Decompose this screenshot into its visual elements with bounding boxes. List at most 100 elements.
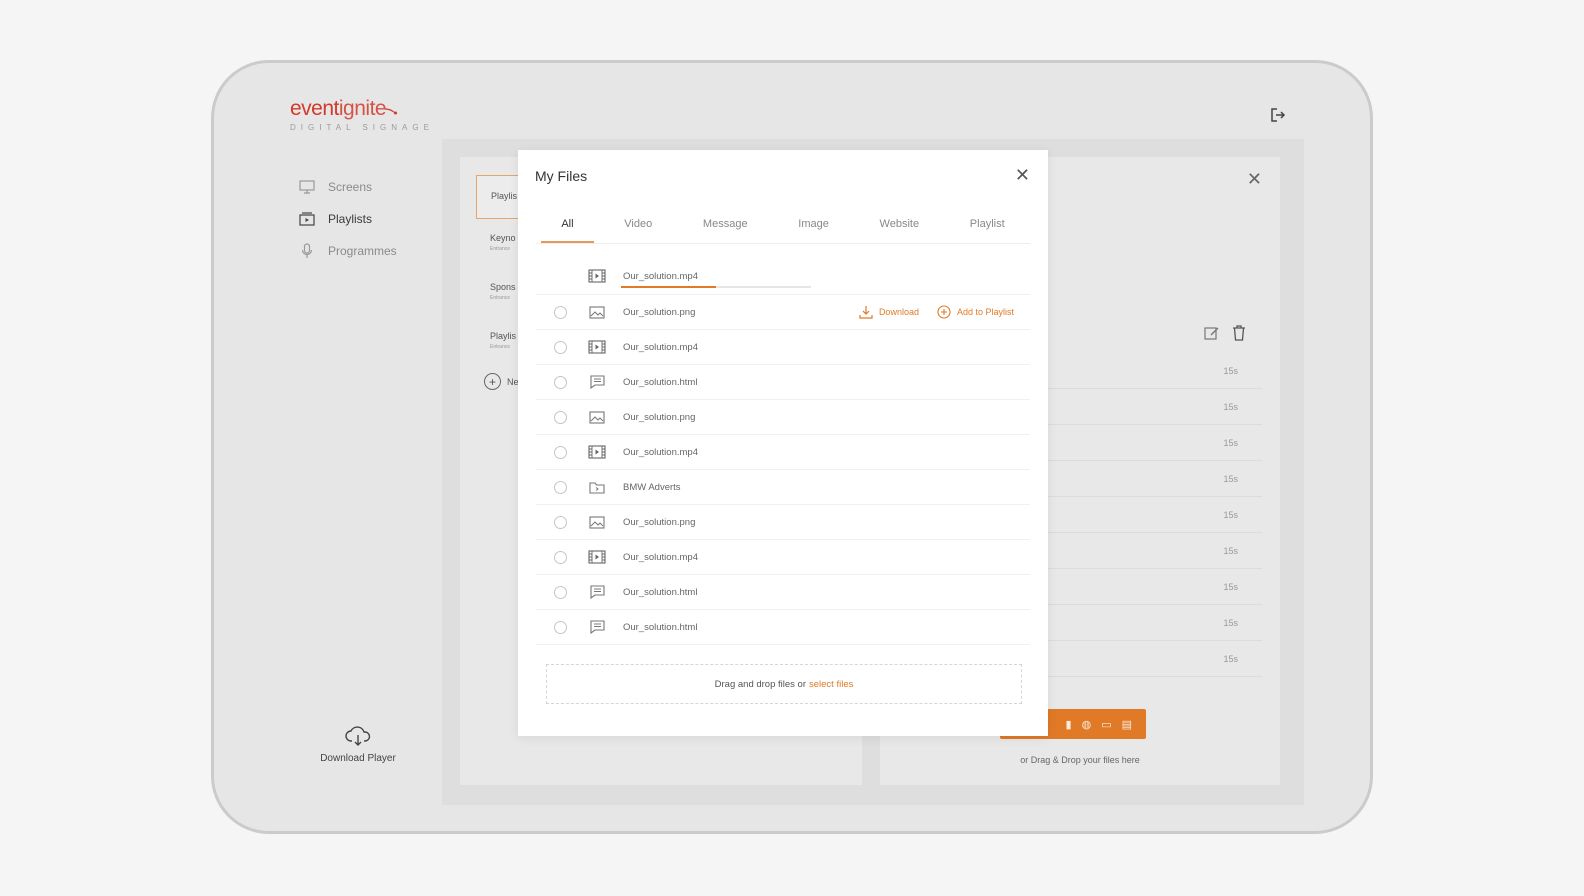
sidebar-item-label: Programmes: [328, 244, 397, 258]
file-name: Our_solution.mp4: [623, 446, 698, 458]
brand-logo: eventignite DIGITAL SIGNAGE: [290, 97, 434, 132]
file-name: Our_solution.mp4: [623, 341, 698, 353]
message-file-icon: [588, 375, 606, 389]
playlist-item-label: Playlis: [491, 191, 518, 201]
tab-website[interactable]: Website: [874, 206, 926, 242]
file-name: Our_solution.mp4: [623, 270, 698, 282]
file-row[interactable]: Our_solution.html: [536, 365, 1030, 400]
tab-playlist[interactable]: Playlist: [964, 206, 1011, 242]
file-row[interactable]: Our_solution.html: [536, 575, 1030, 610]
drag-drop-hint: or Drag & Drop your files here: [1020, 755, 1140, 765]
file-row[interactable]: BMW Adverts: [536, 470, 1030, 505]
file-name: Our_solution.png: [623, 306, 696, 318]
file-row[interactable]: Our_solution.mp4: [536, 330, 1030, 365]
upload-progress-bar: [621, 286, 811, 288]
duration-label: 15s: [1223, 365, 1238, 376]
playlist-item-label: Keyno: [490, 233, 516, 243]
file-row[interactable]: Our_solution.mp4: [536, 435, 1030, 470]
download-button[interactable]: Download: [859, 305, 919, 319]
message-file-icon: [588, 585, 606, 599]
video-file-icon: [588, 550, 606, 564]
select-files-link[interactable]: select files: [809, 679, 853, 690]
new-playlist-button[interactable]: + Ne: [484, 373, 519, 390]
file-row[interactable]: Our_solution.png: [536, 505, 1030, 540]
cloud-download-icon: [345, 726, 371, 746]
select-radio[interactable]: [554, 305, 567, 319]
select-radio[interactable]: [554, 550, 567, 564]
playlist-icon: [298, 211, 316, 227]
sidebar-item-programmes[interactable]: Programmes: [298, 235, 458, 267]
sidebar-item-screens[interactable]: Screens: [298, 171, 458, 203]
image-file-icon: [588, 305, 606, 319]
brand-name-light: ignite: [338, 97, 387, 120]
download-label: Download: [878, 307, 919, 317]
file-list: Our_solution.mp4 Our_solution.png Downloa…: [536, 258, 1030, 645]
plus-icon: +: [484, 373, 501, 390]
file-type-tabs: All Video Message Image Website Playlist: [536, 204, 1030, 244]
download-player-button[interactable]: Download Player: [308, 725, 408, 764]
close-icon[interactable]: ✕: [1247, 169, 1262, 190]
duration-label: 15s: [1223, 581, 1238, 592]
image-icon[interactable]: ▭: [1101, 718, 1111, 731]
file-dropzone[interactable]: Drag and drop files or select files: [546, 664, 1022, 704]
video-icon[interactable]: ▮: [1066, 718, 1072, 731]
modal-title: My Files: [535, 168, 588, 184]
select-radio[interactable]: [554, 480, 567, 494]
add-to-playlist-label: Add to Playlist: [956, 307, 1014, 317]
playlist-item-label: Playlis: [490, 331, 517, 341]
video-file-icon: [588, 445, 606, 459]
image-file-icon: [588, 410, 606, 424]
plus-circle-icon: [937, 305, 951, 319]
video-file-icon: [588, 269, 606, 283]
brand-tagline: DIGITAL SIGNAGE: [290, 123, 434, 132]
select-radio[interactable]: [554, 445, 567, 459]
select-radio[interactable]: [554, 515, 567, 529]
file-name: Our_solution.html: [623, 376, 698, 388]
file-row[interactable]: Our_solution.png: [536, 400, 1030, 435]
add-to-playlist-button[interactable]: Add to Playlist: [937, 305, 1014, 319]
file-name: Our_solution.html: [623, 621, 698, 633]
file-row[interactable]: Our_solution.mp4: [536, 540, 1030, 575]
upload-progress-fill: [621, 286, 716, 288]
uploading-file-row: Our_solution.mp4: [536, 258, 1030, 295]
file-row[interactable]: Our_solution.png Download Add to Playlist: [536, 295, 1030, 330]
brand-name-bold: event: [290, 97, 339, 120]
microphone-icon: [298, 243, 316, 259]
message-file-icon: [588, 620, 606, 634]
trash-icon[interactable]: [1232, 325, 1246, 346]
sidebar: Screens Playlists Programmes: [298, 171, 458, 267]
monitor-icon: [298, 179, 316, 195]
folder-file-icon: [588, 480, 606, 494]
my-files-modal: My Files ✕ All Video Message Image Websi…: [518, 150, 1048, 736]
select-radio[interactable]: [554, 410, 567, 424]
globe-icon[interactable]: ◍: [1082, 718, 1092, 731]
edit-icon[interactable]: [1204, 325, 1220, 346]
video-file-icon: [588, 340, 606, 354]
select-radio[interactable]: [554, 620, 567, 634]
logout-icon[interactable]: [1270, 107, 1286, 123]
file-name: Our_solution.html: [623, 586, 698, 598]
tab-all[interactable]: All: [541, 206, 594, 243]
file-name: Our_solution.png: [623, 516, 696, 528]
select-radio[interactable]: [554, 585, 567, 599]
message-icon[interactable]: ▤: [1122, 718, 1132, 731]
sidebar-item-label: Screens: [328, 180, 373, 194]
close-icon[interactable]: ✕: [1015, 166, 1030, 184]
file-row[interactable]: Our_solution.html: [536, 610, 1030, 645]
download-player-label: Download Player: [320, 753, 396, 764]
duration-label: 15s: [1223, 473, 1238, 484]
sidebar-item-label: Playlists: [328, 212, 373, 226]
image-file-icon: [588, 515, 606, 529]
sidebar-item-playlists[interactable]: Playlists: [298, 203, 458, 235]
select-radio[interactable]: [554, 340, 567, 354]
tab-message[interactable]: Message: [697, 206, 754, 242]
tab-image[interactable]: Image: [792, 206, 835, 242]
duration-label: 15s: [1223, 401, 1238, 412]
file-name: BMW Adverts: [623, 481, 681, 493]
playlist-item-label: Spons: [490, 282, 516, 292]
dropzone-text: Drag and drop files or: [714, 678, 806, 690]
select-radio[interactable]: [554, 375, 567, 389]
duration-label: 15s: [1223, 437, 1238, 448]
tab-video[interactable]: Video: [618, 206, 658, 242]
file-name: Our_solution.png: [623, 411, 696, 423]
